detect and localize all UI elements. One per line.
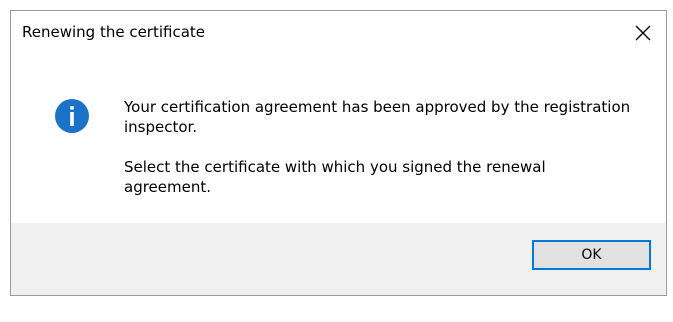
title-bar: Renewing the certificate — [11, 11, 666, 55]
message-dialog: Renewing the certificate Your certificat… — [10, 10, 667, 296]
dialog-footer: OK — [11, 223, 666, 295]
message-line-select: Select the certificate with which you si… — [124, 158, 546, 196]
info-icon — [55, 99, 89, 133]
ok-button[interactable]: OK — [532, 240, 651, 270]
dialog-title: Renewing the certificate — [22, 23, 206, 41]
close-icon — [635, 25, 651, 41]
message-line-approved: Your certification agreement has been ap… — [124, 98, 631, 136]
dialog-content: Your certification agreement has been ap… — [11, 55, 666, 225]
close-button[interactable] — [620, 11, 666, 55]
message-text: Your certification agreement has been ap… — [124, 97, 634, 217]
